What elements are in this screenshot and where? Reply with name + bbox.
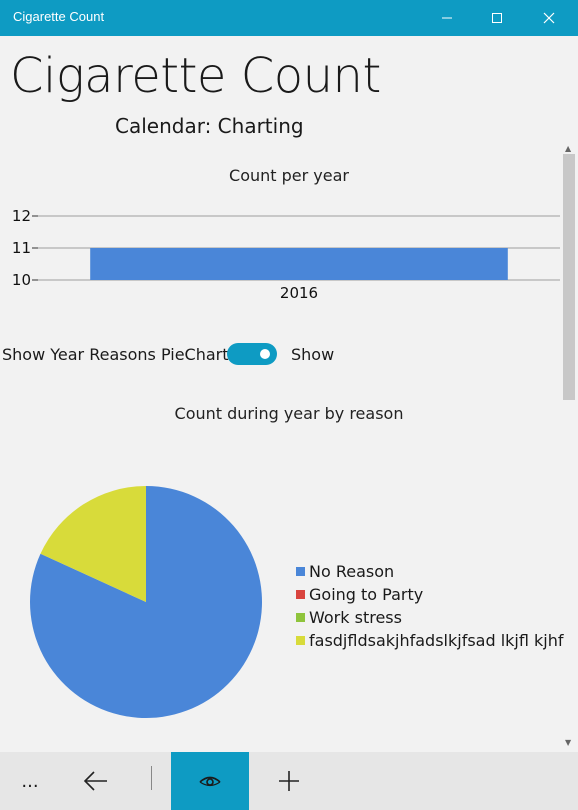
legend-swatch — [296, 636, 305, 645]
legend-item: Going to Party — [296, 583, 564, 606]
legend-swatch — [296, 567, 305, 576]
pie-chart-title: Count during year by reason — [174, 404, 404, 423]
legend-label: No Reason — [309, 562, 395, 581]
legend-item: fasdjfldsakjhfadslkjfsad lkjfl kjhf — [296, 629, 564, 652]
scroll-up-arrow-icon[interactable]: ▲ — [565, 144, 571, 153]
view-chart-button[interactable] — [171, 752, 249, 810]
scroll-thumb[interactable] — [563, 154, 575, 400]
back-arrow-icon — [83, 771, 107, 791]
appbar-separator — [151, 766, 152, 790]
pie-legend: No Reason Going to Party Work stress fasdjf… — [296, 560, 564, 652]
eye-icon — [199, 776, 221, 787]
legend-label: Work stress — [309, 608, 402, 627]
more-button[interactable]: ... — [0, 752, 60, 810]
legend-item: No Reason — [296, 560, 564, 583]
bar-x-tick-label: 2016 — [280, 284, 318, 302]
vertical-scrollbar[interactable]: ▲ ▼ — [560, 144, 578, 750]
pie-chart — [29, 486, 262, 718]
legend-item: Work stress — [296, 606, 564, 629]
legend-swatch — [296, 590, 305, 599]
bar-y-tick-label: 10 — [12, 271, 31, 289]
toggle-state-text: Show — [291, 345, 335, 364]
bar-y-tick-label: 11 — [12, 239, 31, 257]
bottom-app-bar: ... — [0, 752, 578, 810]
scroll-down-arrow-icon[interactable]: ▼ — [565, 738, 571, 747]
bar-2016 — [90, 248, 508, 280]
toggle-knob — [260, 349, 270, 359]
toggle-label: Show Year Reasons PieChart — [2, 345, 229, 364]
bar-chart: 10 11 12 2016 — [12, 207, 560, 302]
legend-swatch — [296, 613, 305, 622]
bar-y-tick-label: 12 — [12, 207, 31, 225]
legend-label: Going to Party — [309, 585, 424, 604]
legend-label: fasdjfldsakjhfadslkjfsad lkjfl kjhf — [309, 631, 564, 650]
plus-icon — [279, 771, 299, 791]
show-piechart-toggle[interactable] — [227, 343, 277, 365]
back-button[interactable] — [60, 752, 132, 810]
add-button[interactable] — [249, 752, 329, 810]
